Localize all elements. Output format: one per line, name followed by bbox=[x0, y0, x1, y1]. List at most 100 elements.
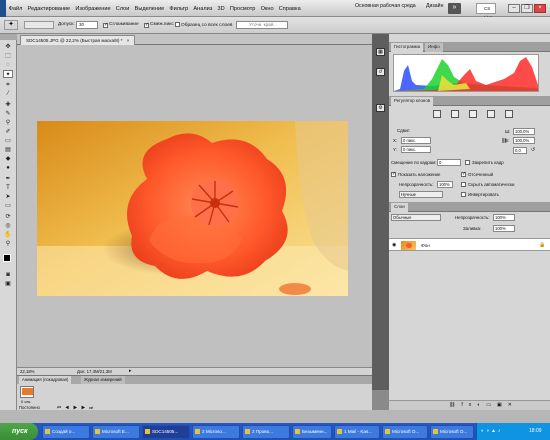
cslive-button[interactable]: CS Live bbox=[476, 3, 496, 20]
tool-presets-icon[interactable]: ⚙ bbox=[376, 104, 385, 112]
blend-mode-select[interactable]: Обычные bbox=[391, 214, 441, 221]
clone-source-2-icon[interactable] bbox=[451, 110, 459, 118]
overlay-opacity-input[interactable]: 100% bbox=[437, 181, 453, 188]
lock-frame-checkbox[interactable] bbox=[465, 160, 470, 165]
animation-frame[interactable] bbox=[20, 386, 34, 398]
marquee-tool-icon[interactable]: ⬚ bbox=[3, 52, 13, 60]
start-button[interactable]: пуск bbox=[0, 423, 38, 440]
overlay-mode-select[interactable]: Нучные bbox=[399, 191, 443, 198]
hand-tool-icon[interactable]: ✋ bbox=[3, 231, 13, 239]
document-tab[interactable]: SDC14505.JPG @ 22,2% (Быстрая маска/8) *… bbox=[20, 35, 136, 45]
3d-rotate-tool-icon[interactable]: ⟳ bbox=[3, 213, 13, 221]
taskbar-button[interactable]: Microsoft E... bbox=[92, 425, 140, 439]
clone-stamp-tool-icon[interactable]: ⚲ bbox=[3, 119, 13, 127]
antialias-checkbox[interactable]: ✓Сглаживание bbox=[103, 22, 139, 28]
restore-icon[interactable]: ❐ bbox=[521, 4, 533, 13]
menu-layers[interactable]: Слои bbox=[113, 6, 132, 12]
refine-edge-button[interactable]: Уточн. край... bbox=[236, 21, 288, 29]
quick-mask-icon[interactable]: ◙ bbox=[3, 271, 13, 279]
selection-mode-buttons[interactable] bbox=[24, 21, 54, 29]
eraser-tool-icon[interactable]: ▭ bbox=[3, 137, 13, 145]
taskbar-button[interactable]: 2 Microso... bbox=[192, 425, 240, 439]
height-scale-input[interactable]: 100,0% bbox=[513, 137, 535, 144]
clipped-checkbox[interactable]: ✓ bbox=[461, 172, 466, 177]
dodge-tool-icon[interactable]: ● bbox=[3, 164, 13, 172]
brush-tool-icon[interactable]: ✎ bbox=[3, 110, 13, 118]
clone-source-3-icon[interactable] bbox=[469, 110, 477, 118]
history-panel-icon[interactable]: ↺ bbox=[376, 68, 385, 76]
crop-tool-icon[interactable]: ⌗ bbox=[3, 81, 13, 89]
eyedropper-tool-icon[interactable]: ⁄ bbox=[3, 90, 13, 98]
all-layers-checkbox[interactable]: Образец со всех слоев bbox=[175, 22, 232, 28]
path-selection-tool-icon[interactable]: ➤ bbox=[3, 193, 13, 201]
pen-tool-icon[interactable]: ✒ bbox=[3, 175, 13, 183]
tray-icons[interactable]: ◐◑▲♪ bbox=[481, 428, 503, 434]
clone-source-5-icon[interactable] bbox=[505, 110, 513, 118]
auto-hide-checkbox[interactable] bbox=[461, 182, 466, 187]
tolerance-input[interactable]: 30 bbox=[76, 21, 98, 29]
layer-opacity-input[interactable]: 100% bbox=[493, 214, 515, 221]
tab-histogram[interactable]: Гистограмма bbox=[391, 43, 424, 52]
healing-tool-icon[interactable]: ✚ bbox=[3, 101, 13, 109]
width-scale-input[interactable]: 100,0% bbox=[513, 128, 535, 135]
menu-window[interactable]: Окно bbox=[258, 6, 276, 12]
frame-offset-input[interactable]: 0 bbox=[437, 159, 461, 166]
workspace-label[interactable]: Основная рабочая среда bbox=[355, 3, 416, 9]
layer-row[interactable]: ◉ Фон 🔒 bbox=[389, 238, 550, 251]
close-icon[interactable]: × bbox=[534, 4, 546, 13]
menu-view[interactable]: Просмотр bbox=[227, 6, 258, 12]
gradient-tool-icon[interactable]: ▤ bbox=[3, 146, 13, 154]
reset-transform-icon[interactable]: ↺ bbox=[531, 147, 535, 153]
visibility-eye-icon[interactable]: ◉ bbox=[392, 242, 396, 248]
close-tab-icon[interactable]: × bbox=[127, 38, 130, 43]
frame-delay[interactable]: 0 сек. bbox=[21, 399, 31, 404]
taskbar-button[interactable]: Microsoft O... bbox=[382, 425, 428, 439]
zoom-level[interactable]: 22,18% bbox=[20, 368, 35, 375]
menu-filter[interactable]: Фильтр bbox=[167, 6, 191, 12]
zoom-tool-icon[interactable]: ⚲ bbox=[3, 240, 13, 248]
menu-file[interactable]: Файл bbox=[6, 6, 25, 12]
screen-mode-icon[interactable]: ▣ bbox=[3, 280, 13, 288]
expand-workspace-icon[interactable]: » bbox=[448, 3, 461, 14]
mini-bridge-icon[interactable]: ▦ bbox=[376, 48, 385, 56]
taskbar-button[interactable]: Безымянн... bbox=[292, 425, 332, 439]
history-brush-tool-icon[interactable]: ✐ bbox=[3, 128, 13, 136]
show-overlay-checkbox[interactable]: ✓ bbox=[391, 172, 396, 177]
menu-edit[interactable]: Редактирование bbox=[25, 6, 73, 12]
taskbar-button[interactable]: Создай о... bbox=[42, 425, 90, 439]
clone-source-1-icon[interactable] bbox=[433, 110, 441, 118]
move-tool-icon[interactable]: ✥ bbox=[3, 43, 13, 51]
status-menu-arrow-icon[interactable]: ▸ bbox=[129, 369, 134, 374]
link-icon[interactable]: ⛓ bbox=[501, 138, 507, 144]
clone-source-4-icon[interactable] bbox=[487, 110, 495, 118]
menu-3d[interactable]: 3D bbox=[215, 6, 227, 12]
tab-animation[interactable]: Анимация (покадровая) bbox=[19, 376, 72, 384]
layer-name[interactable]: Фон bbox=[421, 243, 430, 248]
layers-footer-buttons[interactable]: ⛓fx◐▭▣✕ bbox=[389, 400, 550, 410]
minimize-icon[interactable]: – bbox=[508, 4, 520, 13]
x-offset-input[interactable]: 0 пикс. bbox=[401, 137, 431, 144]
menu-help[interactable]: Справка bbox=[276, 6, 303, 12]
taskbar-button[interactable]: 1 Mail - Kas... bbox=[334, 425, 380, 439]
shape-tool-icon[interactable]: ▭ bbox=[3, 202, 13, 210]
type-tool-icon[interactable]: T bbox=[3, 184, 13, 192]
3d-orbit-tool-icon[interactable]: ◎ bbox=[3, 222, 13, 230]
tab-clone-source[interactable]: Регулятор клонов bbox=[391, 97, 434, 106]
blur-tool-icon[interactable]: ◆ bbox=[3, 155, 13, 163]
y-offset-input[interactable]: 0 пикс. bbox=[401, 146, 431, 153]
magic-wand-tool-icon[interactable]: ✦ bbox=[3, 70, 13, 78]
foreground-color-swatch[interactable] bbox=[3, 254, 11, 262]
tab-info[interactable]: Инфо bbox=[425, 43, 443, 52]
clock[interactable]: 18:09 bbox=[529, 428, 542, 434]
taskbar-button[interactable]: 2 Прово... bbox=[242, 425, 290, 439]
angle-input[interactable]: 0,0 bbox=[513, 147, 527, 154]
invert-checkbox[interactable] bbox=[461, 192, 466, 197]
menu-analysis[interactable]: Анализ bbox=[191, 6, 215, 12]
menu-image[interactable]: Изображение bbox=[73, 6, 113, 12]
tab-measurement-log[interactable]: Журнал измерений bbox=[81, 376, 125, 384]
document-image[interactable] bbox=[37, 121, 348, 296]
lasso-tool-icon[interactable]: ◌ bbox=[3, 61, 13, 69]
menu-select[interactable]: Выделение bbox=[132, 6, 167, 12]
toolbox-header[interactable] bbox=[0, 34, 17, 40]
taskbar-button[interactable]: SDC14505... bbox=[142, 425, 190, 439]
